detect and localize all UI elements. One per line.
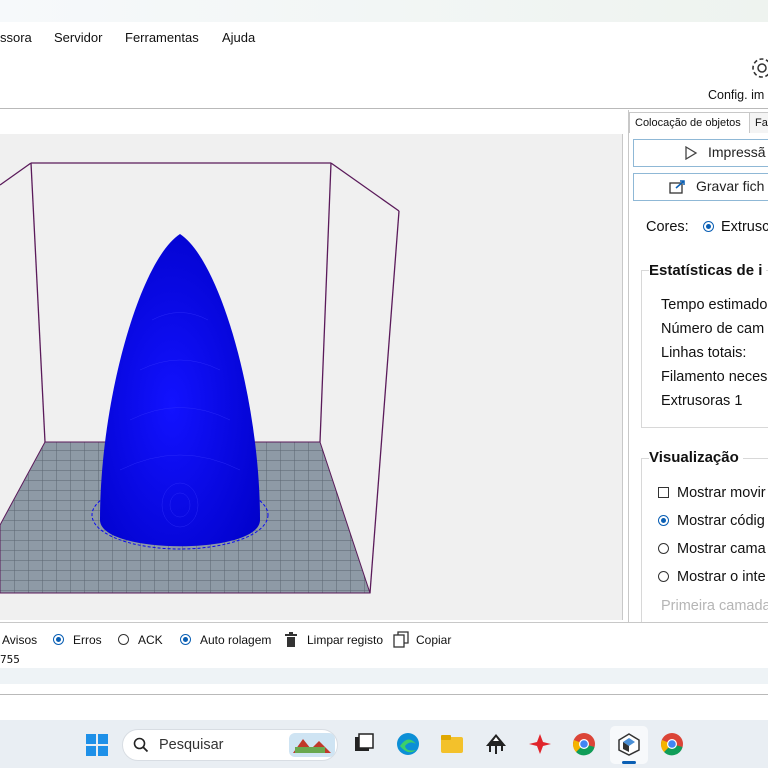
chrome-profile-icon[interactable] (660, 732, 684, 756)
file-explorer-icon[interactable] (440, 732, 464, 756)
log-ack-toggle[interactable] (118, 634, 129, 645)
colors-extruder-label: Extrusc (721, 219, 768, 235)
repetier-host-icon[interactable] (617, 732, 641, 756)
edge-browser-icon[interactable] (396, 732, 420, 756)
play-icon (685, 146, 698, 160)
log-clear-label[interactable]: Limpar registo (307, 633, 383, 647)
log-autoscroll-toggle[interactable] (180, 634, 191, 645)
copy-icon[interactable] (393, 631, 409, 648)
stat-filament-needed: Filamento neces (661, 369, 768, 385)
stat-estimated-time: Tempo estimado (661, 297, 768, 313)
chrome-icon[interactable] (572, 732, 596, 756)
red-app-icon[interactable] (528, 732, 552, 756)
show-layer-label: Mostrar cama (677, 541, 766, 557)
task-view-icon[interactable] (352, 732, 376, 756)
show-moves-checkbox[interactable] (658, 487, 669, 498)
menu-tools[interactable]: Ferramentas (125, 30, 199, 45)
log-warnings-label[interactable]: Avisos (2, 633, 37, 647)
show-moves-label: Mostrar movir (677, 485, 766, 501)
show-layer-radio[interactable] (658, 543, 669, 554)
inkscape-icon[interactable] (484, 732, 508, 756)
stat-total-lines: Linhas totais: (661, 345, 747, 361)
statistics-title: Estatísticas de i (649, 262, 767, 279)
active-indicator (622, 761, 636, 764)
log-ack-label[interactable]: ACK (138, 633, 163, 647)
first-layer-label: Primeira camada (661, 598, 768, 614)
tab-second[interactable]: Fa (749, 112, 768, 133)
colors-label: Cores: (646, 219, 689, 235)
print-button[interactable]: Impressã (633, 139, 768, 167)
printer-settings-label[interactable]: Config. im (708, 88, 764, 102)
toolbar (0, 52, 768, 109)
stat-extruders: Extrusoras 1 (661, 393, 743, 409)
print-button-label: Impressã (708, 144, 766, 160)
taskbar (0, 720, 768, 768)
trash-icon[interactable] (284, 632, 298, 648)
print-preview-canvas[interactable] (0, 134, 622, 620)
search-icon (133, 737, 149, 753)
status-strip (0, 668, 768, 684)
windows-start-icon[interactable] (85, 733, 109, 757)
show-interval-radio[interactable] (658, 571, 669, 582)
tab-object-placement[interactable]: Colocação de objetos (629, 112, 754, 133)
show-code-radio[interactable] (658, 515, 669, 526)
window-top-strip (0, 0, 768, 22)
log-line: 755 (0, 653, 20, 666)
show-code-label: Mostrar códig (677, 513, 765, 529)
export-icon (669, 180, 685, 194)
gear-icon[interactable] (748, 52, 768, 82)
menu-help[interactable]: Ajuda (222, 30, 255, 45)
search-highlight-icon (289, 733, 335, 757)
show-interval-label: Mostrar o inte (677, 569, 766, 585)
menu-printer[interactable]: ssora (0, 30, 32, 45)
menu-server[interactable]: Servidor (54, 30, 102, 45)
visualization-title: Visualização (649, 449, 743, 466)
log-autoscroll-label[interactable]: Auto rolagem (200, 633, 271, 647)
taskbar-search[interactable]: Pesquisar (122, 729, 338, 761)
log-toolbar (0, 622, 768, 669)
search-placeholder: Pesquisar (159, 737, 224, 753)
divider (0, 694, 768, 695)
log-copy-label[interactable]: Copiar (416, 633, 451, 647)
save-file-button[interactable]: Gravar fich (633, 173, 768, 201)
3d-viewport[interactable] (0, 134, 623, 620)
log-errors-label[interactable]: Erros (73, 633, 102, 647)
stat-layer-count: Número de cam (661, 321, 765, 337)
colors-extruder-radio[interactable] (703, 221, 714, 232)
printed-object (100, 234, 260, 547)
menu-bar (0, 22, 768, 52)
save-file-label: Gravar fich (696, 178, 765, 194)
log-errors-toggle[interactable] (53, 634, 64, 645)
